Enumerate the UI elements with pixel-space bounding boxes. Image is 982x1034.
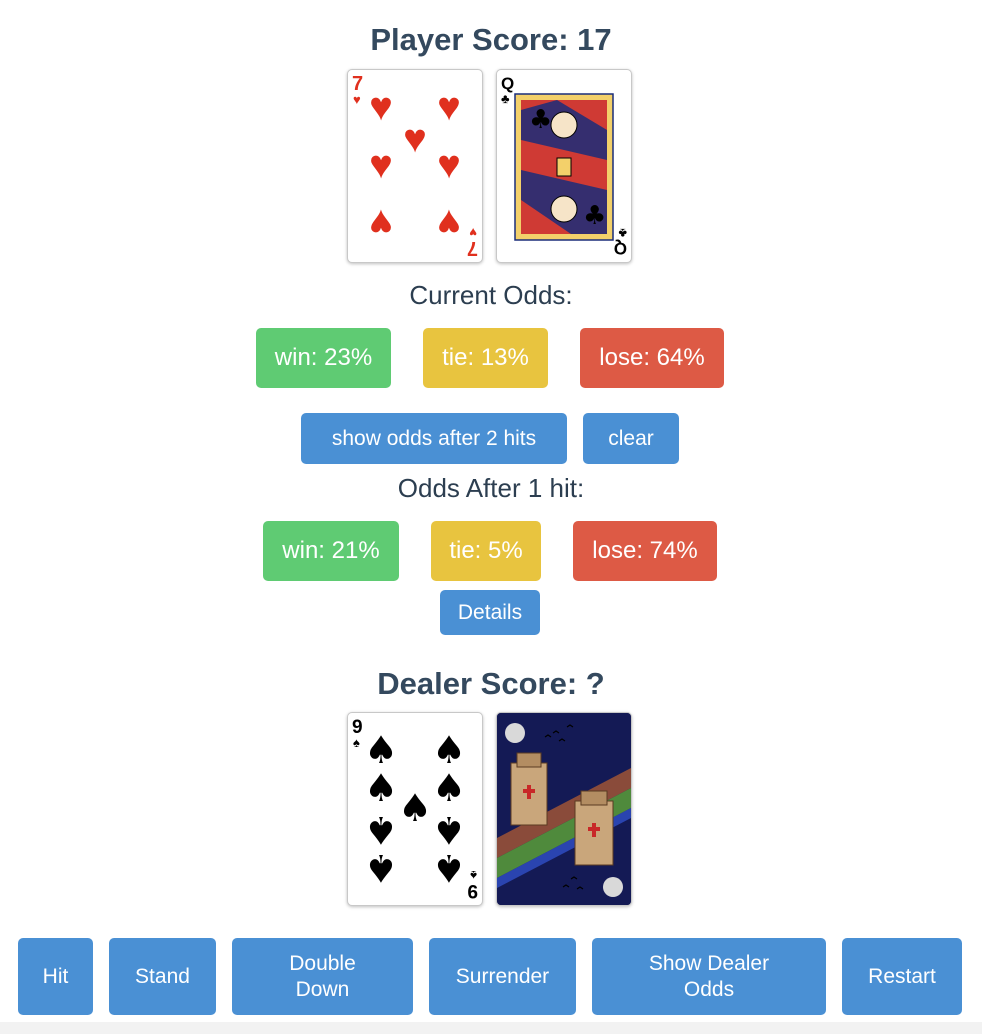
hit-lose-badge: lose: 74% [573,521,717,581]
svg-text:♥: ♥ [369,143,393,187]
svg-text:♥: ♥ [469,225,477,240]
blackjack-page: Player Score: 17 7 ♥ ♥ ♥ ♥ ♥ ♥ ♥ ♥ 7 ♥ Q… [0,0,982,1034]
svg-text:♣: ♣ [583,201,606,231]
restart-button[interactable]: Restart [842,938,962,1015]
current-lose-badge: lose: 64% [580,328,724,388]
svg-text:♠: ♠ [470,868,477,883]
surrender-button[interactable]: Surrender [429,938,576,1015]
svg-text:♥: ♥ [369,201,393,245]
card-suit-small: ♠ [353,735,360,750]
current-odds-title: Current Odds: [409,280,573,310]
clear-button[interactable]: clear [583,413,679,464]
details-button[interactable]: Details [440,590,540,635]
show-dealer-odds-button[interactable]: Show Dealer Odds [592,938,826,1015]
double-down-button[interactable]: Double Down [232,938,413,1015]
svg-text:♣: ♣ [529,105,552,135]
svg-text:♠: ♠ [432,766,466,810]
player-score: Player Score: 17 [370,22,612,57]
hit-odds-title: Odds After 1 hit: [397,473,585,503]
svg-text:♥: ♥ [369,85,393,129]
svg-text:♠: ♠ [364,766,398,810]
bottom-divider [0,1022,982,1034]
dealer-score: Dealer Score: ? [377,666,605,701]
castle-night-back-icon [497,713,631,905]
hit-button[interactable]: Hit [18,938,93,1015]
svg-text:♥: ♥ [437,85,461,129]
show-odds-after-hits-button[interactable]: show odds after 2 hits [301,413,567,464]
card-suit-small: ♥ [353,92,361,107]
svg-text:♥: ♥ [437,201,461,245]
dealer-card-9-spades: 9 ♠ ♠ ♠ ♠ ♠ ♠ ♠ ♠ ♠ ♠ 9 ♠ [347,712,483,906]
svg-text:♠: ♠ [432,808,466,852]
card-suit-small: ♣ [501,91,510,106]
svg-text:♣: ♣ [618,226,627,241]
svg-text:♥: ♥ [403,117,427,161]
svg-text:♠: ♠ [364,808,398,852]
player-card-q-clubs: Q ♣ ♣ ♣ Q ♣ [496,69,632,263]
svg-text:♠: ♠ [398,786,432,830]
current-tie-badge: tie: 13% [423,328,548,388]
hit-win-badge: win: 21% [263,521,399,581]
stand-button[interactable]: Stand [109,938,216,1015]
current-win-badge: win: 23% [256,328,391,388]
svg-text:♥: ♥ [437,143,461,187]
hit-tie-badge: tie: 5% [431,521,541,581]
dealer-card-face-down [496,712,632,906]
player-card-7-hearts: 7 ♥ ♥ ♥ ♥ ♥ ♥ ♥ ♥ 7 ♥ [347,69,483,263]
